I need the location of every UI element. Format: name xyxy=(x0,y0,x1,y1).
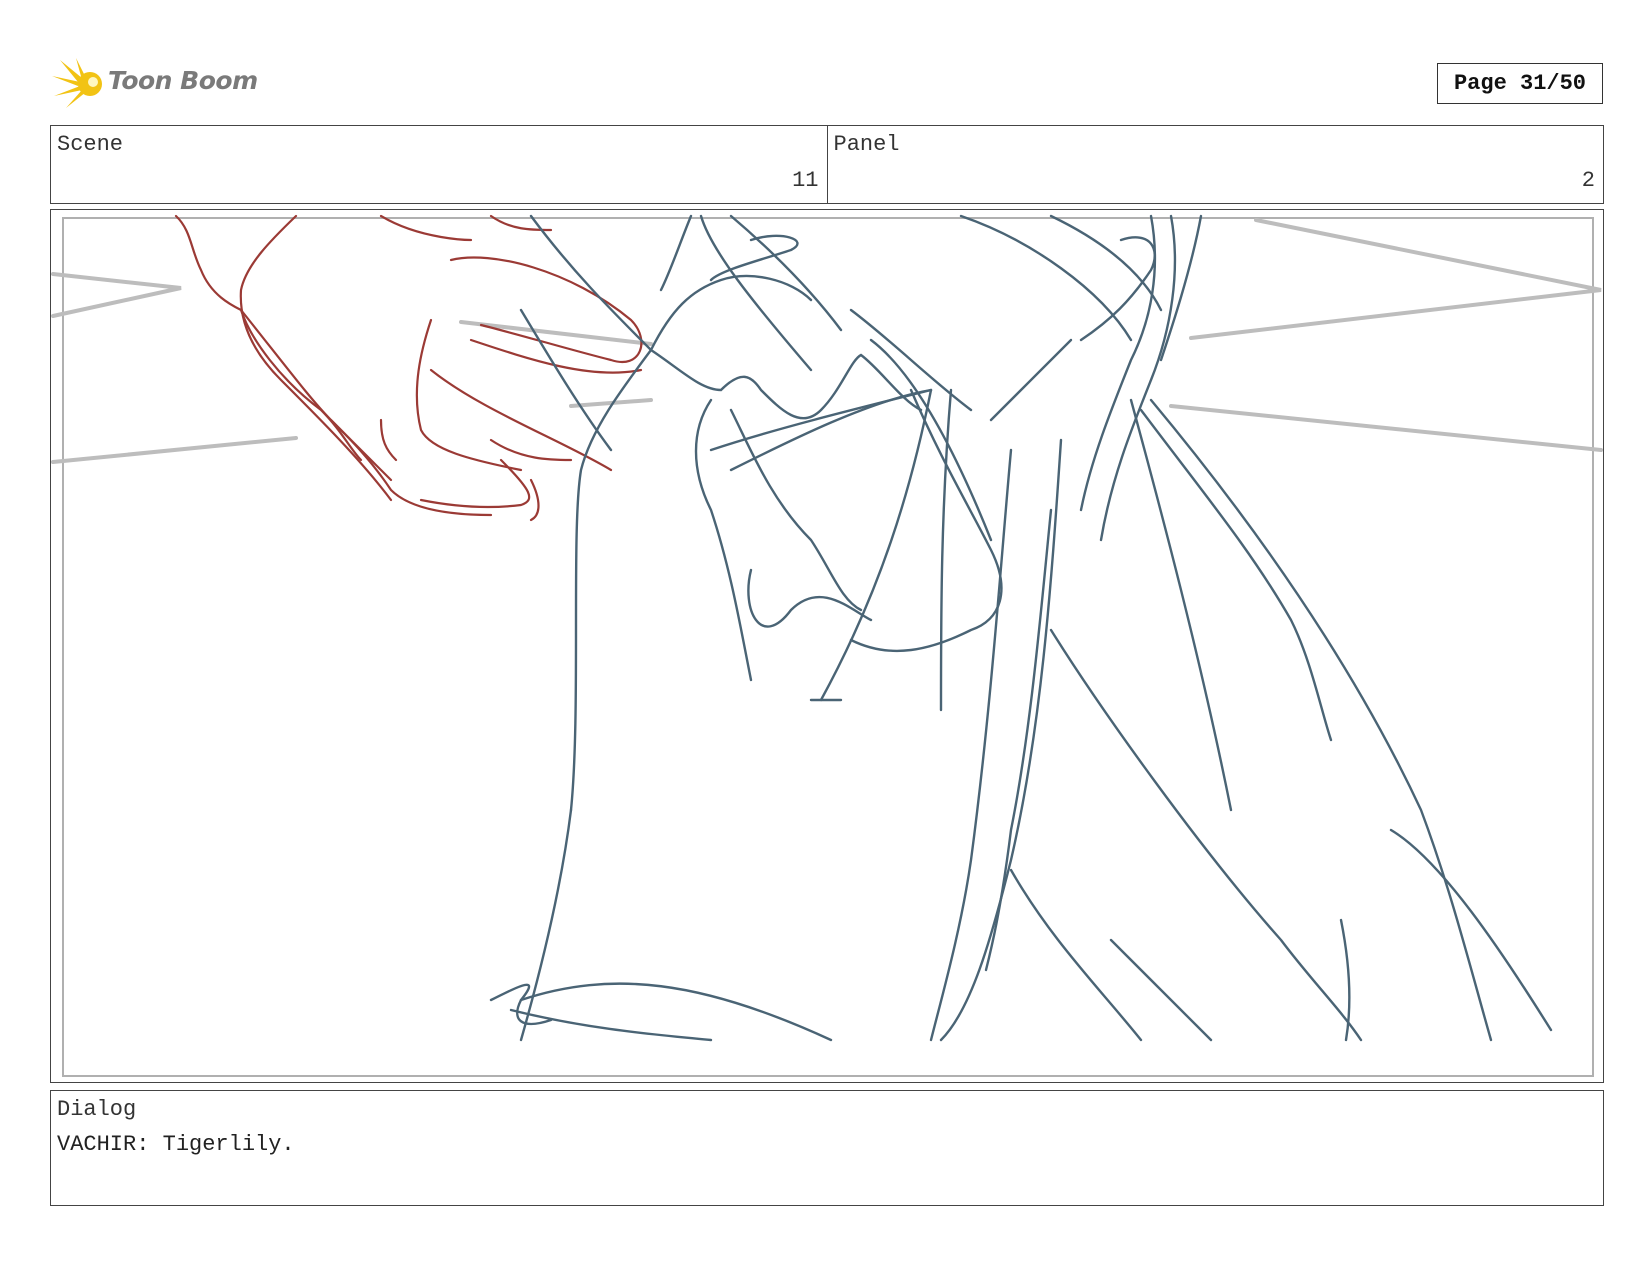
storyboard-panel xyxy=(50,209,1604,1083)
scene-label: Scene xyxy=(57,132,124,157)
hand-sketch xyxy=(174,214,643,522)
figure-sketch xyxy=(489,214,1553,1042)
sketch-drawing xyxy=(51,214,1603,1077)
guide-lines xyxy=(51,218,1603,464)
panel-label: Panel xyxy=(833,132,900,157)
dialog-label: Dialog xyxy=(57,1097,137,1122)
burst-icon xyxy=(52,58,102,108)
scene-cell: Scene 11 xyxy=(51,126,827,203)
dialog-box: Dialog VACHIR: Tigerlily. xyxy=(50,1090,1604,1206)
safe-frame xyxy=(62,217,1594,1077)
scene-panel-table: Scene 11 Panel 2 xyxy=(50,125,1604,204)
brand-name: Toon Boom xyxy=(108,66,258,95)
toon-boom-logo: Toon Boom xyxy=(52,56,262,112)
dialog-text: VACHIR: Tigerlily. xyxy=(57,1132,295,1157)
panel-cell: Panel 2 xyxy=(826,126,1604,203)
page-indicator: Page 31/50 xyxy=(1437,63,1603,104)
scene-value: 11 xyxy=(792,168,819,193)
panel-value: 2 xyxy=(1581,168,1595,193)
